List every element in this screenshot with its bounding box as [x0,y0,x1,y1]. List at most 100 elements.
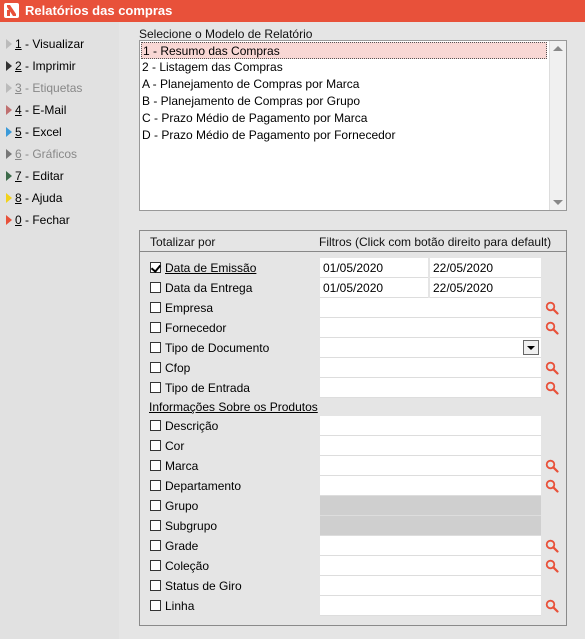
filter-label: Linha [165,599,195,613]
filter-input[interactable] [320,436,541,456]
scroll-up-icon[interactable] [553,46,563,51]
search-icon[interactable] [545,599,559,613]
filter-row: Tipo de Documento [150,338,310,358]
filter-input[interactable] [320,298,541,318]
date-from-input[interactable]: 01/05/2020 [320,258,428,278]
date-to-input[interactable]: 22/05/2020 [430,258,541,278]
checkbox[interactable] [150,540,161,551]
search-icon[interactable] [545,321,559,335]
filter-label: Fornecedor [165,321,227,335]
search-icon[interactable] [545,559,559,573]
filter-input[interactable] [320,476,541,496]
sidebar-item-label: - Excel [21,125,62,139]
search-icon[interactable] [545,479,559,493]
listbox-scrollbar[interactable] [549,41,566,210]
window-title: Relatórios das compras [25,3,173,18]
checkbox[interactable] [150,460,161,471]
filter-label: Descrição [165,419,219,433]
report-model-option[interactable]: B - Planejamento de Compras por Grupo [142,93,360,110]
checkbox[interactable] [150,600,161,611]
checkbox[interactable] [150,420,161,431]
checkbox[interactable] [150,362,161,373]
sidebar-item-key: 1 [15,37,22,51]
sidebar-item-3[interactable]: 4 - E-Mail [6,100,66,120]
arrow-right-icon [6,171,12,181]
filter-row: Data de Emissão [150,258,310,278]
search-icon[interactable] [545,459,559,473]
report-model-listbox[interactable]: 1 - Resumo das Compras 2 - Listagem das C… [139,40,567,211]
report-model-option[interactable]: 1 - Resumo das Compras [141,42,547,59]
filter-label: Data de Emissão [165,261,257,275]
search-icon[interactable] [545,381,559,395]
filter-input [320,516,541,536]
filter-input[interactable] [320,596,541,616]
arrow-right-icon [6,39,12,49]
sidebar-item-5[interactable]: 6 - Gráficos [6,144,77,164]
sidebar-item-key: 6 [15,147,22,161]
date-from-input[interactable]: 01/05/2020 [320,278,428,298]
checkbox[interactable] [150,262,161,273]
sidebar-item-label: - Visualizar [21,37,85,51]
checkbox[interactable] [150,342,161,353]
sidebar-item-8[interactable]: 0 - Fechar [6,210,70,230]
sidebar-item-7[interactable]: 8 - Ajuda [6,188,62,208]
filter-input[interactable] [320,358,541,378]
checkbox[interactable] [150,322,161,333]
products-heading: Informações Sobre os Produtos [149,400,318,414]
scroll-down-icon[interactable] [553,200,563,205]
checkbox[interactable] [150,500,161,511]
filter-row: Cfop [150,358,310,378]
filter-input[interactable] [320,378,541,398]
product-row: Marca [150,456,310,476]
filter-label: Cfop [165,361,191,375]
search-icon[interactable] [545,361,559,375]
checkbox[interactable] [150,282,161,293]
checkbox[interactable] [150,302,161,313]
filter-label: Subgrupo [165,519,218,533]
sidebar-item-6[interactable]: 7 - Editar [6,166,64,186]
sidebar-item-key: 2 [15,59,22,73]
filter-label: Grupo [165,499,199,513]
filter-label: Tipo de Documento [165,341,270,355]
checkbox[interactable] [150,480,161,491]
search-icon[interactable] [545,539,559,553]
sidebar-item-0[interactable]: 1 - Visualizar [6,34,84,54]
filter-label: Departamento [165,479,242,493]
product-row: Subgrupo [150,516,310,536]
filter-input[interactable] [320,576,541,596]
filter-label: Grade [165,539,199,553]
product-row: Linha [150,596,310,616]
sidebar-item-label: - Editar [21,169,64,183]
arrow-right-icon [6,215,12,225]
checkbox[interactable] [150,520,161,531]
sidebar-item-2[interactable]: 3 - Etiquetas [6,78,82,98]
filter-row: Tipo de Entrada [150,378,310,398]
filter-input [320,496,541,516]
date-to-input[interactable]: 22/05/2020 [430,278,541,298]
filter-input[interactable] [320,318,541,338]
arrow-right-icon [6,105,12,115]
filter-input[interactable] [320,416,541,436]
panel-divider [140,251,566,252]
report-model-option[interactable]: A - Planejamento de Compras por Marca [142,76,359,93]
filter-input[interactable] [320,456,541,476]
checkbox[interactable] [150,382,161,393]
totalize-label: Totalizar por [150,235,216,249]
sidebar-item-4[interactable]: 5 - Excel [6,122,62,142]
checkbox[interactable] [150,580,161,591]
sidebar: 1 - Visualizar 2 - Imprimir 3 - Etiquetas 4… [0,22,119,639]
sidebar-item-1[interactable]: 2 - Imprimir [6,56,76,76]
checkbox[interactable] [150,440,161,451]
report-model-option[interactable]: C - Prazo Médio de Pagamento por Marca [142,110,367,127]
filter-label: Coleção [165,559,210,573]
sidebar-item-label: - Etiquetas [21,81,83,95]
sidebar-item-label: - Ajuda [21,191,63,205]
report-model-option[interactable]: D - Prazo Médio de Pagamento por Fornece… [142,127,395,144]
filter-input[interactable] [320,338,541,358]
checkbox[interactable] [150,560,161,571]
filter-input[interactable] [320,556,541,576]
dropdown-arrow-icon[interactable] [523,340,539,355]
search-icon[interactable] [545,301,559,315]
report-model-option[interactable]: 2 - Listagem das Compras [142,59,283,76]
filter-input[interactable] [320,536,541,556]
